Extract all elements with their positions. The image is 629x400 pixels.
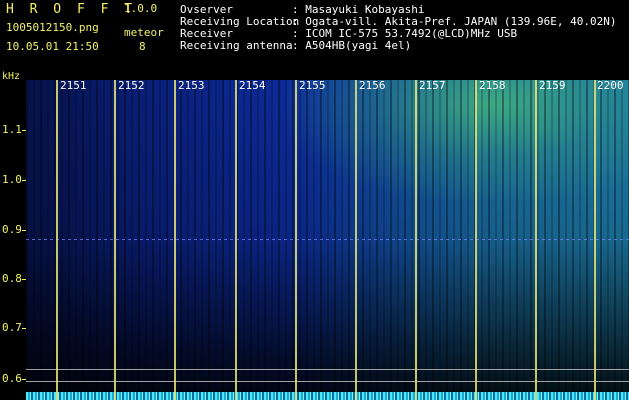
x-tick-label: 2154 <box>239 79 266 92</box>
app-logo: H R O F F T <box>6 2 137 17</box>
y-tick-mark <box>22 180 26 181</box>
noise-floor-band <box>26 392 629 400</box>
meteor-label: meteor <box>124 26 164 39</box>
observer-label: Ovserver <box>180 3 233 16</box>
minute-marker <box>594 80 596 400</box>
y-tick-label: 0.9 <box>2 223 22 236</box>
x-tick-label: 2159 <box>539 79 566 92</box>
y-tick-mark <box>22 230 26 231</box>
x-tick-label: 2200 <box>597 79 624 92</box>
signal-density-region <box>286 80 629 200</box>
file-name: 1005012150.png <box>6 21 99 34</box>
header-panel: H R O F F T 1.0.0 1005012150.png 10.05.0… <box>0 0 629 80</box>
minute-marker <box>535 80 537 400</box>
date-time: 10.05.01 21:50 <box>6 40 99 53</box>
y-tick-label: 0.8 <box>2 272 22 285</box>
x-tick-label: 2157 <box>419 79 446 92</box>
band-line-lower <box>26 381 629 382</box>
minute-marker <box>235 80 237 400</box>
meteor-count: 8 <box>139 40 146 53</box>
antenna-value: : A504HB(yagi 4el) <box>292 39 412 52</box>
y-axis-unit: kHz <box>2 71 21 82</box>
antenna-label: Receiving antenna <box>180 39 293 52</box>
minute-marker <box>114 80 116 400</box>
minute-marker <box>174 80 176 400</box>
receiver-label: Receiver <box>180 27 233 40</box>
minute-marker <box>355 80 357 400</box>
spectrogram-plot <box>26 80 629 400</box>
band-line-upper <box>26 369 629 370</box>
y-tick-mark <box>22 279 26 280</box>
minute-marker <box>475 80 477 400</box>
x-tick-label: 2158 <box>479 79 506 92</box>
y-tick-mark <box>22 130 26 131</box>
minute-marker <box>415 80 417 400</box>
app-version: 1.0.0 <box>124 2 158 15</box>
y-tick-label: 1.0 <box>2 173 22 186</box>
x-tick-label: 2156 <box>359 79 386 92</box>
y-tick-label: 0.7 <box>2 321 22 334</box>
x-tick-label: 2155 <box>299 79 326 92</box>
reference-line <box>26 239 629 240</box>
minute-marker <box>295 80 297 400</box>
y-tick-mark <box>22 379 26 380</box>
x-tick-label: 2151 <box>60 79 87 92</box>
receiver-value: : ICOM IC-575 53.7492(@LCD)MHz USB <box>292 27 518 40</box>
location-value: : Ogata-vill. Akita-Pref. JAPAN (139.96E… <box>292 15 617 28</box>
y-tick-label: 0.6 <box>2 372 22 385</box>
minute-marker <box>56 80 58 400</box>
y-tick-mark <box>22 328 26 329</box>
x-tick-label: 2152 <box>118 79 145 92</box>
y-tick-label: 1.1 <box>2 123 22 136</box>
location-label: Receiving Location <box>180 15 300 28</box>
x-tick-label: 2153 <box>178 79 205 92</box>
observer-value: : Masayuki Kobayashi <box>292 3 425 16</box>
